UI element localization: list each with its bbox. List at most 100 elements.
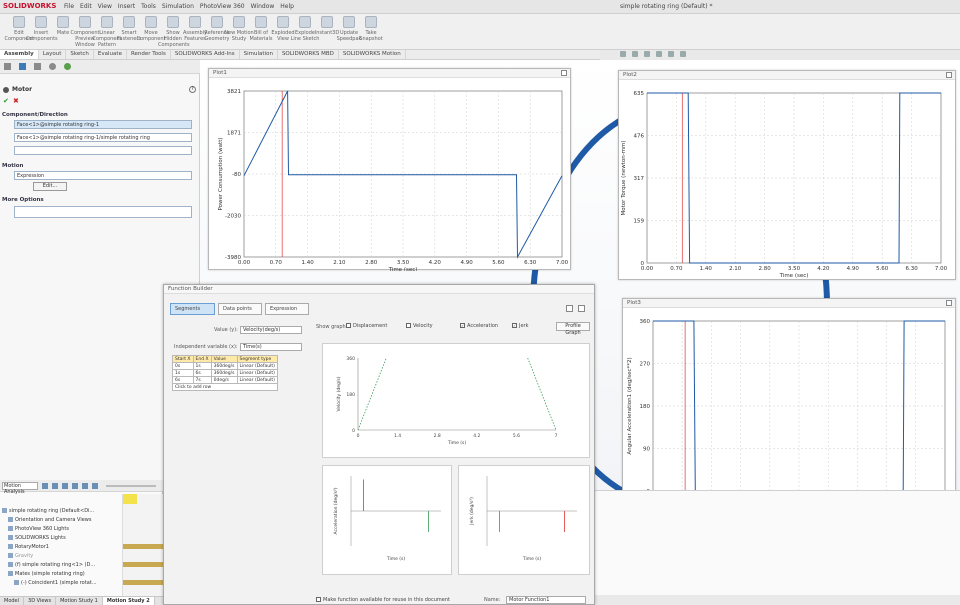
cell[interactable]: Linear (Default) bbox=[236, 362, 278, 370]
zoom-fit-icon[interactable] bbox=[620, 51, 626, 57]
motion-type-select[interactable]: Expression bbox=[14, 171, 192, 180]
calculate-icon[interactable] bbox=[42, 483, 48, 489]
table-add-row[interactable]: Click to add row bbox=[172, 383, 278, 391]
cancel-icon[interactable]: ✖ bbox=[13, 97, 19, 105]
previous-view-icon[interactable] bbox=[644, 51, 650, 57]
section-view-icon[interactable] bbox=[656, 51, 662, 57]
display-style-icon[interactable] bbox=[680, 51, 686, 57]
displacement-checkbox[interactable]: Displacement bbox=[346, 323, 387, 329]
tab-motion-study-1[interactable]: Motion Study 1 bbox=[56, 597, 103, 605]
configuration-manager-icon[interactable] bbox=[34, 63, 41, 70]
cmd-tab-2[interactable]: Sketch bbox=[66, 50, 94, 59]
tree-row-coincident[interactable]: (-) Coincident1 (simple rotat... bbox=[14, 580, 97, 589]
menu-insert[interactable]: Insert bbox=[118, 3, 135, 10]
cell[interactable]: 7s bbox=[192, 376, 212, 384]
help-icon[interactable]: ? bbox=[189, 86, 196, 93]
cmd-tab-7[interactable]: SOLIDWORKS MBD bbox=[278, 50, 339, 59]
dimxpert-icon[interactable] bbox=[49, 63, 56, 70]
motor-direction-field[interactable]: Face<1>@simple rotating ring-1/simple ro… bbox=[14, 133, 192, 142]
tree-row-mates[interactable]: Mates (simple rotating ring) bbox=[8, 571, 85, 580]
spring-tool-icon[interactable] bbox=[82, 483, 88, 489]
fb-help-icon[interactable] bbox=[578, 305, 585, 312]
plot1-close-icon[interactable] bbox=[561, 70, 567, 76]
menu-photoview[interactable]: PhotoView 360 bbox=[200, 3, 245, 10]
motor-tool-icon[interactable] bbox=[72, 483, 78, 489]
tree-row-photoview-lights[interactable]: PhotoView 360 Lights bbox=[8, 526, 69, 535]
cell[interactable]: 1s bbox=[172, 369, 194, 377]
function-name-input[interactable]: Motor Function1 bbox=[506, 596, 586, 604]
value-select[interactable]: Velocity(deg/s) bbox=[240, 326, 302, 334]
edit-button[interactable]: Edit... bbox=[33, 182, 67, 191]
more-options-field[interactable] bbox=[14, 206, 192, 218]
cell[interactable]: 0s bbox=[172, 362, 194, 370]
appearance-icon[interactable] bbox=[64, 63, 71, 70]
plot3-window[interactable]: Plot3 0.000.701.402.102.803.504.204.905.… bbox=[622, 298, 956, 510]
expression-mode-button[interactable]: Expression bbox=[265, 303, 309, 315]
fb-settings-icon[interactable] bbox=[566, 305, 573, 312]
cell[interactable]: 0deg/s bbox=[210, 376, 238, 384]
tree-row-part[interactable]: (f) simple rotating ring<1> (D... bbox=[8, 562, 95, 571]
cell[interactable]: Linear (Default) bbox=[236, 376, 278, 384]
menu-simulation[interactable]: Simulation bbox=[162, 3, 194, 10]
stop-icon[interactable] bbox=[62, 483, 68, 489]
cell[interactable]: 360deg/s bbox=[210, 362, 238, 370]
timebar-marker[interactable] bbox=[123, 494, 137, 504]
plot1-window[interactable]: Plot1 0.00 0.70 1.40 2.10 2.80 3.50 4.20 4.90 5.… bbox=[208, 68, 571, 271]
menu-window[interactable]: Window bbox=[251, 3, 275, 10]
tree-row-orientation[interactable]: Orientation and Camera Views bbox=[8, 517, 92, 526]
table-row[interactable]: 6s 7s 0deg/s Linear (Default) bbox=[172, 376, 278, 384]
timeline-slider[interactable] bbox=[106, 485, 156, 487]
study-type-select[interactable]: Motion Analysis bbox=[2, 482, 38, 495]
cell[interactable]: 6s bbox=[172, 376, 194, 384]
plot2-title: Plot2 bbox=[619, 71, 955, 80]
velocity-checkbox[interactable]: Velocity bbox=[406, 323, 433, 329]
component-to-move-field[interactable] bbox=[14, 146, 192, 155]
motor-location-field[interactable]: Face<1>@simple rotating ring-1 bbox=[14, 120, 192, 129]
toolbar-button-16[interactable]: Take Snapshot bbox=[356, 16, 386, 48]
menu-file[interactable]: File bbox=[64, 3, 74, 10]
make-reusable-checkbox[interactable]: Make function available for reuse in thi… bbox=[316, 597, 450, 603]
cmd-tab-6[interactable]: Simulation bbox=[240, 50, 278, 59]
table-row[interactable]: 0s 1s 360deg/s Linear (Default) bbox=[172, 362, 278, 370]
cmd-tab-1[interactable]: Layout bbox=[39, 50, 67, 59]
play-icon[interactable] bbox=[52, 483, 58, 489]
cell[interactable]: 1s bbox=[192, 362, 212, 370]
tree-row-gravity[interactable]: Gravity bbox=[8, 553, 33, 562]
tree-row-solidworks-lights[interactable]: SOLIDWORKS Lights bbox=[8, 535, 66, 544]
results-plots-icon[interactable] bbox=[92, 483, 98, 489]
cmd-tab-3[interactable]: Evaluate bbox=[94, 50, 127, 59]
tree-row-rotarymotor[interactable]: RotaryMotor1 bbox=[8, 544, 49, 553]
cmd-tab-5[interactable]: SOLIDWORKS Add-Ins bbox=[171, 50, 240, 59]
timeline-area[interactable] bbox=[595, 490, 960, 595]
plot2-window[interactable]: Plot2 0.00 0.70 1.40 2.10 2.80 3.50 4.20 4.90 5.… bbox=[618, 70, 956, 280]
zoom-area-icon[interactable] bbox=[632, 51, 638, 57]
plot2-close-icon[interactable] bbox=[946, 72, 952, 78]
segments-mode-button[interactable]: Segments bbox=[170, 303, 215, 315]
profile-graph-button[interactable]: Profile Graph bbox=[556, 322, 590, 336]
cell[interactable]: Linear (Default) bbox=[236, 369, 278, 377]
feature-manager-icon[interactable] bbox=[4, 63, 11, 70]
plot3-close-icon[interactable] bbox=[946, 300, 952, 306]
tree-row-assembly[interactable]: simple rotating ring (Default<Di... bbox=[2, 508, 94, 517]
cmd-tab-8[interactable]: SOLIDWORKS Motion bbox=[339, 50, 406, 59]
table-row[interactable]: 1s 6s 360deg/s Linear (Default) bbox=[172, 369, 278, 377]
cmd-tab-0[interactable]: Assembly bbox=[0, 50, 39, 59]
data-points-mode-button[interactable]: Data points bbox=[218, 303, 262, 315]
property-manager-icon[interactable] bbox=[19, 63, 26, 70]
tab-model[interactable]: Model bbox=[0, 597, 25, 605]
cell[interactable]: 360deg/s bbox=[210, 369, 238, 377]
menu-tools[interactable]: Tools bbox=[141, 3, 156, 10]
menu-edit[interactable]: Edit bbox=[80, 3, 92, 10]
acceleration-checkbox[interactable]: ✓ Acceleration bbox=[460, 323, 498, 329]
menu-help[interactable]: Help bbox=[280, 3, 294, 10]
cell[interactable]: 6s bbox=[192, 369, 212, 377]
tab-motion-study-2[interactable]: Motion Study 2 bbox=[102, 597, 155, 605]
add-row-cell[interactable]: Click to add row bbox=[172, 383, 278, 391]
jerk-checkbox[interactable]: ✓ Jerk bbox=[512, 323, 529, 329]
ok-icon[interactable]: ✔ bbox=[3, 97, 9, 105]
independent-variable-select[interactable]: Time(s) bbox=[240, 343, 302, 351]
cmd-tab-4[interactable]: Render Tools bbox=[127, 50, 171, 59]
tab-3d-views[interactable]: 3D Views bbox=[24, 597, 57, 605]
view-orientation-icon[interactable] bbox=[668, 51, 674, 57]
menu-view[interactable]: View bbox=[98, 3, 112, 10]
